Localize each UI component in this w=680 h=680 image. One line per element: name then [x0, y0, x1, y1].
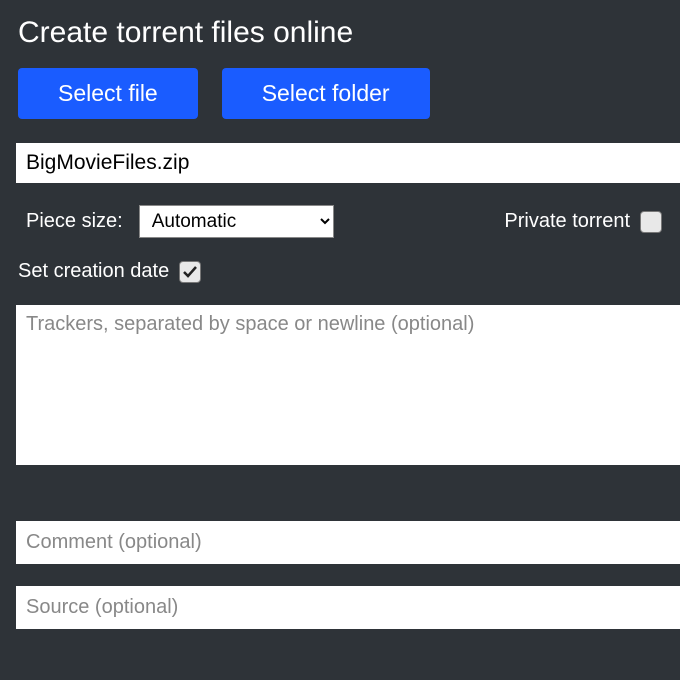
comment-input[interactable]: [16, 521, 680, 564]
select-file-button[interactable]: Select file: [18, 68, 198, 119]
creation-date-checkbox[interactable]: [179, 261, 201, 283]
private-torrent-label: Private torrent: [504, 210, 630, 233]
page-title: Create torrent files online: [0, 0, 680, 68]
piece-size-label: Piece size:: [26, 210, 123, 233]
source-input[interactable]: [16, 586, 680, 629]
piece-size-select[interactable]: Automatic: [139, 205, 334, 238]
private-torrent-checkbox[interactable]: [640, 211, 662, 233]
button-row: Select file Select folder: [0, 68, 680, 143]
creation-date-row: Set creation date: [0, 250, 680, 305]
trackers-textarea[interactable]: [16, 305, 680, 465]
select-folder-button[interactable]: Select folder: [222, 68, 430, 119]
checkmark-icon: [182, 264, 198, 280]
filename-input[interactable]: [16, 143, 680, 183]
options-row: Piece size: Automatic Private torrent: [0, 183, 680, 250]
creation-date-label: Set creation date: [18, 260, 169, 283]
